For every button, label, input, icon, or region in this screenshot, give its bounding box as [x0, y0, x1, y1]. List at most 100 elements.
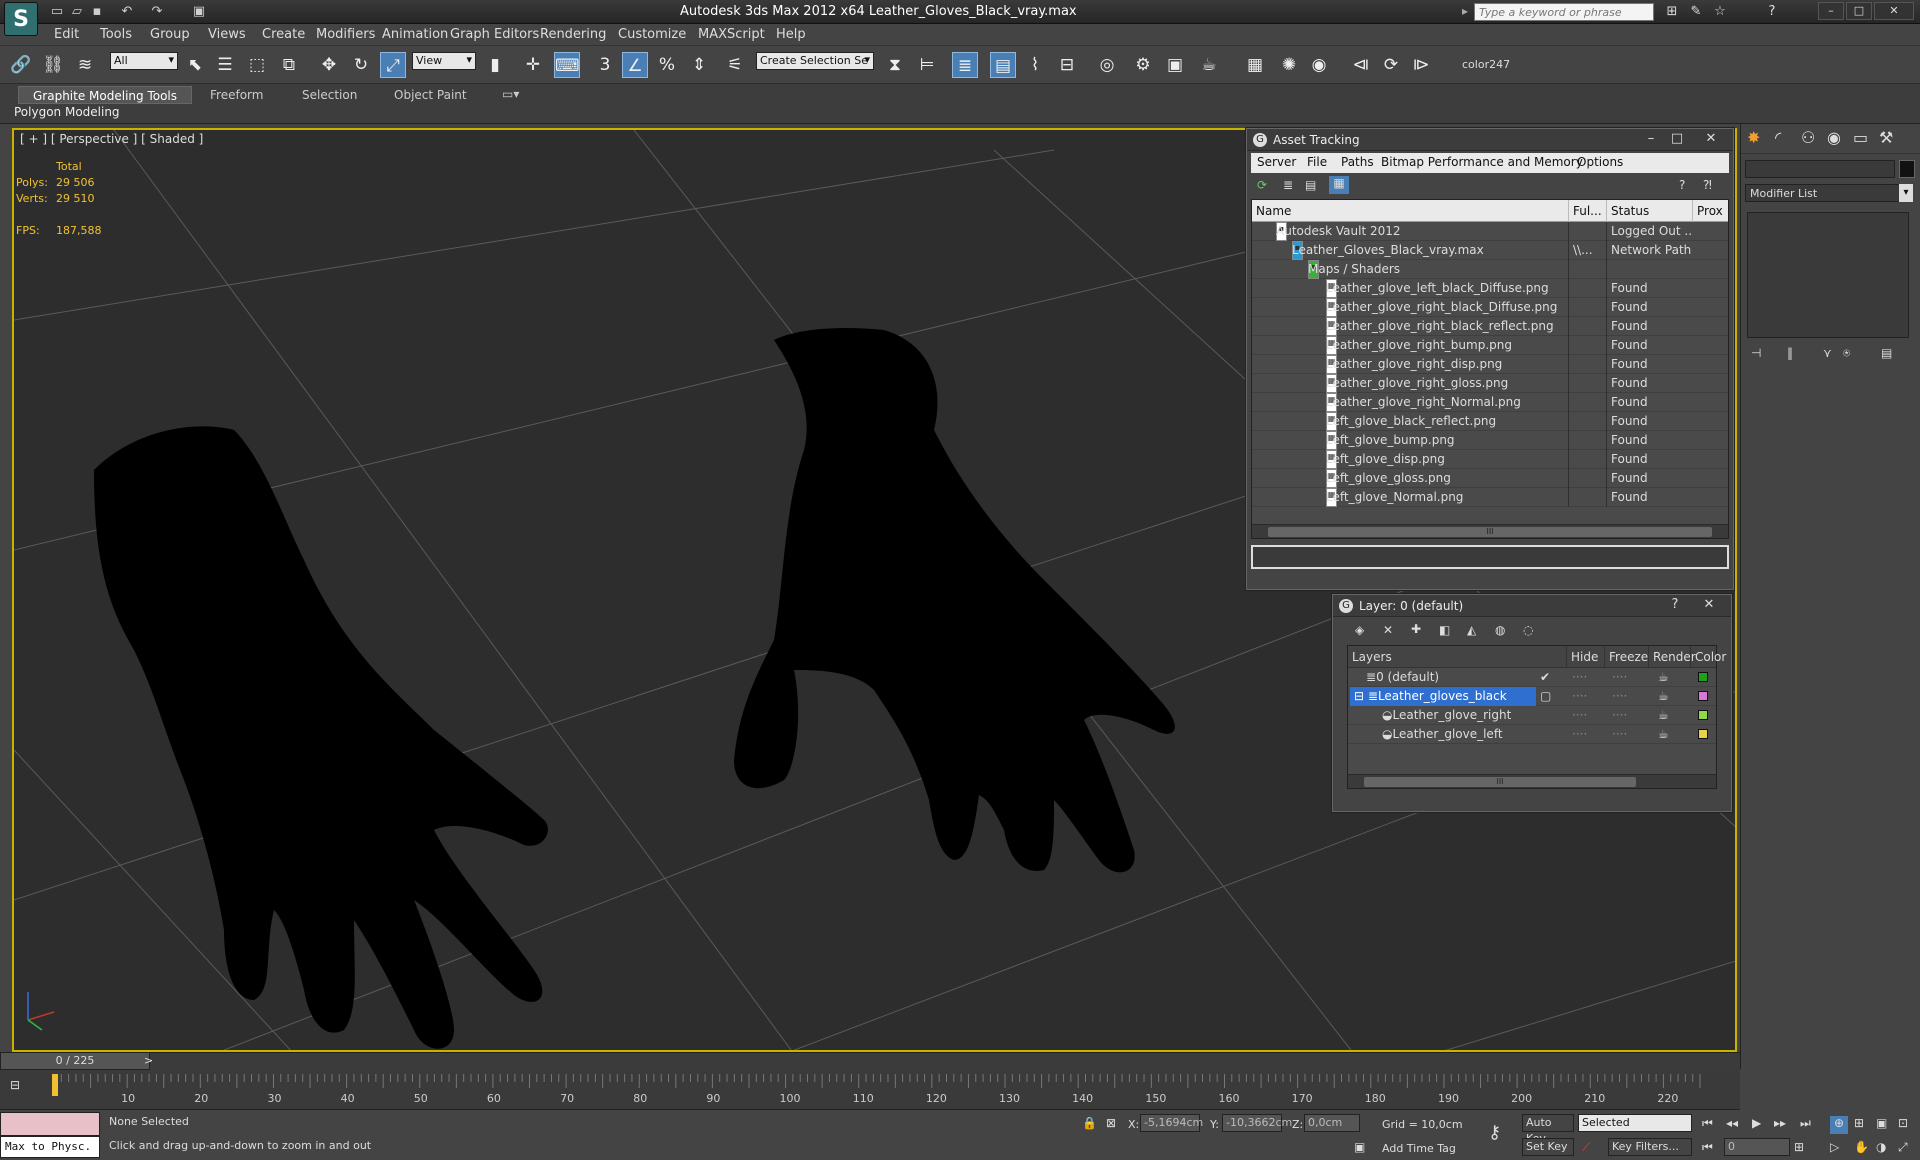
asset-row[interactable]: ▦ Leather_glove_right_black_reflect.png Fo…	[1252, 317, 1728, 336]
asset-row[interactable]: ▦ Leather_glove_left_black_Diffuse.png Fou…	[1252, 279, 1728, 298]
remove-modifier-icon[interactable]: ⍟	[1843, 346, 1850, 361]
named-selection-dropdown[interactable]: Create Selection Se	[756, 52, 874, 70]
key-icon[interactable]: ⚷	[1488, 1122, 1501, 1143]
layer-close-button[interactable]: ✕	[1691, 596, 1727, 614]
list-view-icon[interactable]: ≣	[1283, 178, 1293, 192]
project-folder-icon[interactable]: ▣	[190, 3, 208, 21]
app-logo[interactable]: S	[4, 2, 38, 36]
star-icon[interactable]: ☆	[1710, 3, 1730, 21]
anim-prev-icon[interactable]: ⧏	[1348, 52, 1374, 78]
asset-menu-paths[interactable]: Paths	[1341, 155, 1374, 169]
graphite-toggle-icon[interactable]: ▤	[990, 52, 1016, 78]
modifier-stack[interactable]	[1747, 212, 1909, 338]
curve-editor-icon[interactable]: ⌇	[1022, 52, 1048, 78]
utilities-tab-icon[interactable]: ⚒	[1879, 128, 1893, 147]
time-config-icon[interactable]: ⊞	[1794, 1140, 1804, 1154]
tab-object-paint[interactable]: Object Paint	[380, 86, 481, 104]
y-coordinate-field[interactable]: -10,3662cm	[1222, 1114, 1292, 1132]
asset-help-icon[interactable]: ?	[1679, 178, 1685, 192]
tab-selection[interactable]: Selection	[288, 86, 371, 104]
layer-row[interactable]: ≣ 0 (default) ✔ ···· ···· ☕	[1348, 668, 1716, 687]
create-tab-icon[interactable]: ✸	[1747, 128, 1760, 147]
pan-icon[interactable]: ✋	[1854, 1140, 1869, 1154]
layer-color-swatch[interactable]	[1698, 729, 1708, 739]
unlink-icon[interactable]: ⛓	[40, 52, 66, 78]
open-file-icon[interactable]: ▱	[68, 3, 86, 21]
asset-menu-bitmap-performance[interactable]: Bitmap Performance and Memory	[1381, 155, 1583, 169]
material-editor-icon[interactable]: ◎	[1094, 52, 1120, 78]
selection-filter-dropdown[interactable]: All	[110, 52, 178, 70]
viewport-label[interactable]: [ + ] [ Perspective ] [ Shaded ]	[20, 132, 203, 146]
zoom-extents-icon[interactable]: ▣	[1876, 1116, 1887, 1130]
asset-close-button[interactable]: ✕	[1693, 130, 1729, 148]
zoom-icon[interactable]: ⊕	[1830, 1116, 1848, 1134]
go-to-start-icon[interactable]: ⏮	[1702, 1116, 1713, 1131]
chevron-down-icon[interactable]: ▾	[1899, 184, 1913, 202]
menu-views[interactable]: Views	[204, 26, 250, 44]
asset-row[interactable]: ▦ Leather_glove_right_black_Diffuse.png Fo…	[1252, 298, 1728, 317]
modifier-list-dropdown[interactable]: Modifier List	[1745, 184, 1911, 202]
layer-color-swatch[interactable]	[1698, 710, 1708, 720]
menu-modifiers[interactable]: Modifiers	[312, 26, 379, 44]
select-in-layer-icon[interactable]: ◧	[1439, 623, 1450, 637]
minimize-button[interactable]: –	[1818, 2, 1844, 20]
play-icon[interactable]: ▶	[1752, 1116, 1761, 1130]
time-marker[interactable]	[52, 1074, 58, 1096]
binoculars-icon[interactable]: ⊞	[1662, 3, 1682, 21]
redo-icon[interactable]: ↷	[148, 3, 166, 21]
add-time-tag[interactable]: Add Time Tag	[1382, 1142, 1456, 1155]
save-file-icon[interactable]: ▪	[88, 3, 106, 21]
go-to-end-icon[interactable]: ⏭	[1800, 1116, 1811, 1131]
asset-menu-options[interactable]: Options	[1577, 155, 1623, 169]
menu-graph-editors[interactable]: Graph Editors	[446, 26, 543, 44]
highlight-layer-icon[interactable]: ◭	[1467, 623, 1476, 637]
delete-layer-icon[interactable]: ✕	[1383, 623, 1393, 637]
vray-frame-buffer-icon[interactable]: ▦	[1242, 52, 1268, 78]
asset-minimize-button[interactable]: –	[1639, 130, 1663, 148]
select-object-icon[interactable]: ⬉	[182, 52, 208, 78]
menu-animation[interactable]: Animation	[378, 26, 452, 44]
col-layers[interactable]: Layers	[1348, 646, 1392, 668]
menu-help[interactable]: Help	[772, 26, 810, 44]
track-bar-menu-icon[interactable]: ⊟	[10, 1078, 20, 1092]
pin-stack-icon[interactable]: ⊣	[1751, 346, 1761, 360]
time-tag-icon[interactable]: ▣	[1354, 1140, 1365, 1154]
select-by-name-icon[interactable]: ☰	[212, 52, 238, 78]
menu-rendering[interactable]: Rendering	[536, 26, 610, 44]
hide-all-icon[interactable]: ◍	[1495, 623, 1505, 637]
layer-row[interactable]: ⊟ ≣ Leather_gloves_black ▢ ···· ···· ☕	[1348, 687, 1716, 706]
col-status[interactable]: Status	[1606, 200, 1649, 222]
key-filters-button[interactable]: Key Filters...	[1608, 1138, 1692, 1156]
asset-menu-server[interactable]: Server	[1257, 155, 1296, 169]
col-color[interactable]: Color	[1690, 646, 1726, 668]
col-proxy[interactable]: Prox	[1692, 200, 1723, 222]
asset-horizontal-scrollbar[interactable]: III	[1252, 524, 1728, 538]
absolute-mode-icon[interactable]: ⊠	[1106, 1116, 1116, 1130]
ribbon-options-icon[interactable]: ▭▾	[502, 87, 519, 101]
set-key-button[interactable]: Set Key	[1522, 1138, 1574, 1156]
select-manipulate-icon[interactable]: ✛	[520, 52, 546, 78]
vray-camera-icon[interactable]: ◉	[1306, 52, 1332, 78]
new-file-icon[interactable]: ▭	[48, 3, 66, 21]
asset-row[interactable]: ▦ Leather_glove_right_bump.png Found	[1252, 336, 1728, 355]
z-coordinate-field[interactable]: 0,0cm	[1304, 1114, 1360, 1132]
undo-icon[interactable]: ↶	[118, 3, 136, 21]
asset-menu-file[interactable]: File	[1307, 155, 1327, 169]
tab-freeform[interactable]: Freeform	[196, 86, 277, 104]
bind-space-warp-icon[interactable]: ≋	[72, 52, 98, 78]
asset-row[interactable]: ▦ Leather_glove_right_disp.png Found	[1252, 355, 1728, 374]
previous-frame-icon[interactable]: ◂◂	[1726, 1116, 1738, 1130]
layer-row[interactable]: ◒ Leather_glove_right ···· ···· ☕	[1348, 706, 1716, 725]
asset-tracking-titlebar[interactable]: G Asset Tracking – □ ✕	[1247, 129, 1733, 151]
rectangular-selection-icon[interactable]: ⬚	[244, 52, 270, 78]
asset-row[interactable]: ▪ Maps / Shaders	[1252, 260, 1728, 279]
anim-next-icon[interactable]: ⧐	[1408, 52, 1434, 78]
tab-graphite-modeling-tools[interactable]: Graphite Modeling Tools	[18, 86, 193, 104]
render-setup-icon[interactable]: ⚙	[1130, 52, 1156, 78]
display-tab-icon[interactable]: ▭	[1853, 128, 1868, 147]
asset-row[interactable]: ▦ Left_glove_black_reflect.png Found	[1252, 412, 1728, 431]
help-icon[interactable]: ?	[1762, 3, 1782, 21]
ribbon-panel-polygon-modeling[interactable]: Polygon Modeling	[14, 105, 120, 119]
modify-tab-icon[interactable]: ◜	[1775, 128, 1781, 147]
add-to-layer-icon[interactable]: ✚	[1411, 622, 1421, 636]
